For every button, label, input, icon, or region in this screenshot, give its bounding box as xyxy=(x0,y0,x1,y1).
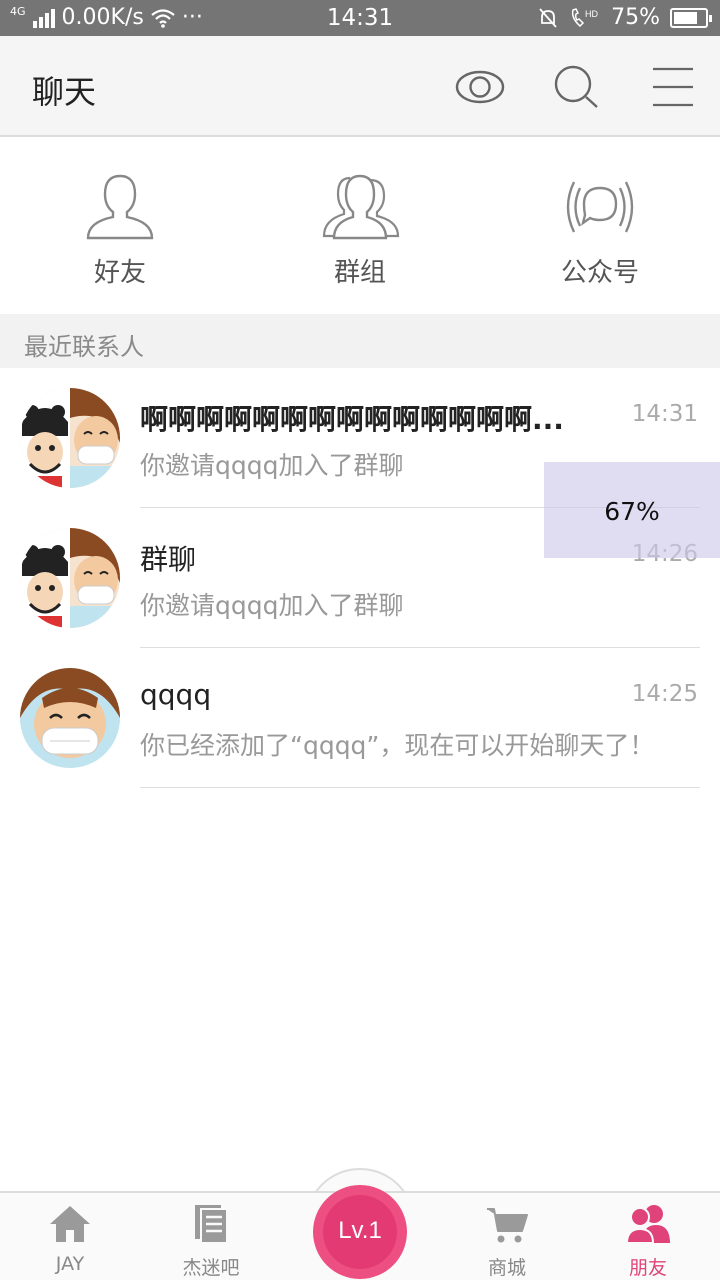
battery-icon xyxy=(670,7,712,28)
tab-label: 商城 xyxy=(487,1257,526,1279)
broadcast-icon xyxy=(566,181,634,233)
tab-shop[interactable]: 商城 xyxy=(437,1193,577,1280)
level-button[interactable]: Lv.1 xyxy=(313,1185,407,1279)
official-accounts-label: 公众号 xyxy=(560,258,639,288)
divider xyxy=(140,787,700,788)
tab-friends[interactable]: 朋友 xyxy=(578,1193,718,1280)
group-avatar xyxy=(20,528,120,628)
tab-jay[interactable]: JAY xyxy=(0,1193,140,1280)
search-icon[interactable] xyxy=(548,61,604,113)
app-header: 聊天 xyxy=(0,36,720,137)
official-accounts-entry[interactable]: 公众号 xyxy=(480,138,720,314)
chat-last-message: 你邀请qqqq加入了群聊 xyxy=(140,591,404,620)
tab-label: JAY xyxy=(55,1253,85,1275)
home-icon xyxy=(50,1206,90,1242)
progress-overlay: 67% xyxy=(544,462,720,558)
friends-icon xyxy=(626,1205,670,1244)
recent-contacts-header: 最近联系人 xyxy=(0,314,720,368)
group-avatar xyxy=(20,388,120,488)
chat-list: 啊啊啊啊啊啊啊啊啊啊啊啊啊啊... 你邀请qqqq加入了群聊 14:31 群聊 … xyxy=(0,368,720,788)
page-title: 聊天 xyxy=(32,73,97,111)
hd-label: HD xyxy=(585,9,598,19)
groups-entry[interactable]: 群组 xyxy=(240,138,480,314)
user-avatar xyxy=(20,668,120,768)
tab-label: 朋友 xyxy=(628,1257,667,1279)
chat-name: qqqq xyxy=(140,678,212,711)
level-label: Lv.1 xyxy=(338,1217,382,1244)
chat-row[interactable]: qqqq 你已经添加了“qqqq”，现在可以开始聊天了！ 14:25 xyxy=(0,648,720,788)
chat-name: 啊啊啊啊啊啊啊啊啊啊啊啊啊啊... xyxy=(140,403,564,436)
quick-entries: 好友 群组 公众号 xyxy=(0,138,720,314)
chat-last-message: 你已经添加了“qqqq”，现在可以开始聊天了！ xyxy=(140,731,655,760)
status-right: HD 75% xyxy=(537,5,712,30)
groups-label: 群组 xyxy=(333,258,386,288)
chat-time: 14:31 xyxy=(631,401,698,427)
cart-icon xyxy=(487,1208,528,1243)
document-icon xyxy=(195,1205,228,1244)
group-icon xyxy=(322,174,400,240)
menu-icon[interactable] xyxy=(646,61,702,113)
eye-icon[interactable] xyxy=(452,61,508,113)
friends-entry[interactable]: 好友 xyxy=(0,138,240,314)
status-bar: 4G 0.00K/s ··· 14:31 HD 75% xyxy=(0,0,720,36)
friends-label: 好友 xyxy=(93,258,146,288)
person-icon xyxy=(86,174,154,240)
chat-time: 14:25 xyxy=(631,681,698,707)
hd-call-icon: HD xyxy=(572,7,599,27)
progress-text: 67% xyxy=(604,497,660,526)
section-title: 最近联系人 xyxy=(24,333,144,361)
tab-label: 杰迷吧 xyxy=(182,1257,240,1279)
battery-percent: 75% xyxy=(611,5,660,30)
tab-jiemiba[interactable]: 杰迷吧 xyxy=(141,1193,281,1280)
mute-bell-icon xyxy=(539,7,557,28)
